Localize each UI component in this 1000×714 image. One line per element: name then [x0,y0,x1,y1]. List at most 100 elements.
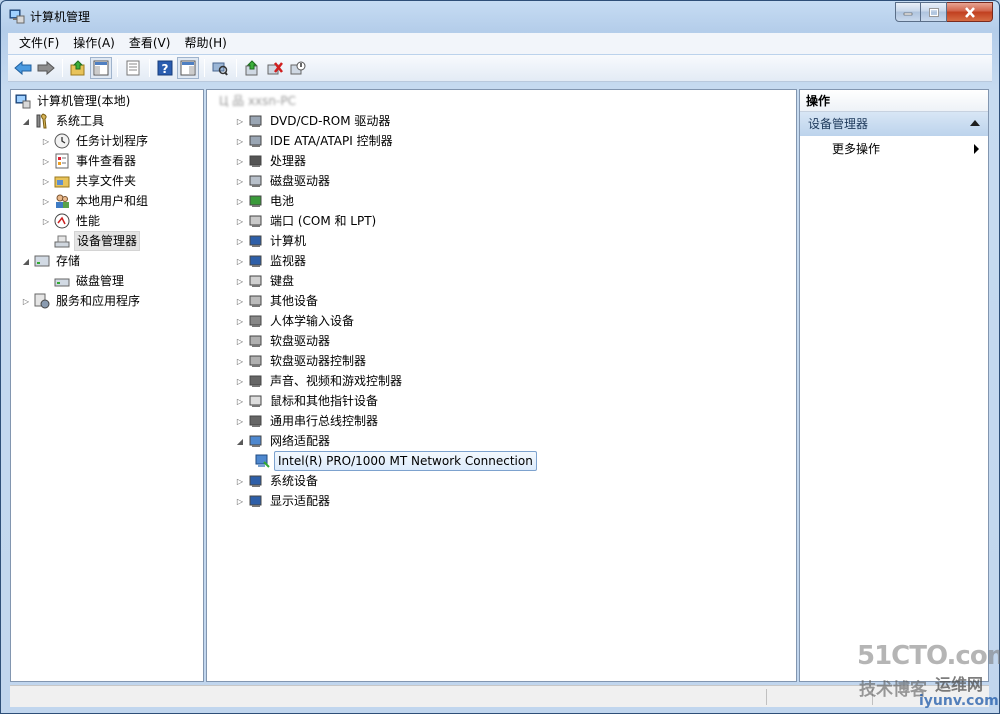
forward-button[interactable] [35,57,57,79]
network-adapter-icon [255,454,270,468]
actions-group-device-manager[interactable]: 设备管理器 [800,112,988,136]
collapsed-arrow-icon[interactable]: ▷ [41,196,51,206]
device-category-row[interactable]: ▷ 软盘驱动器 [235,331,332,351]
device-item-network-adapter[interactable]: Intel(R) PRO/1000 MT Network Connection [254,451,537,471]
tree-item-performance[interactable]: ▷ 性能 [41,211,102,231]
minimize-button[interactable] [895,2,921,22]
shared-folder-icon [54,176,70,188]
help-button[interactable]: ? [154,57,176,79]
tree-item-task-scheduler[interactable]: ▷ 任务计划程序 [41,131,150,151]
maximize-icon [928,7,939,17]
up-button[interactable] [67,57,89,79]
show-hide-tree-icon [93,60,109,76]
collapsed-arrow-icon[interactable]: ▷ [21,296,31,306]
device-category-row[interactable]: ▷ 监视器 [235,251,308,271]
device-category-row[interactable]: ▷ 端口 (COM 和 LPT) [235,211,378,231]
title-bar[interactable]: 计算机管理 [1,1,999,31]
properties-button[interactable] [122,57,144,79]
uninstall-button[interactable] [264,57,286,79]
collapsed-arrow-icon[interactable]: ▷ [235,496,245,506]
collapsed-arrow-icon[interactable]: ▷ [235,136,245,146]
update-driver-button[interactable] [241,57,263,79]
show-hide-action-button[interactable] [177,57,199,79]
device-category-row[interactable]: ▷ 通用串行总线控制器 [235,411,380,431]
dvd-drive-icon [249,115,262,127]
device-category-row[interactable]: ▷ 电池 [235,191,296,211]
show-hide-tree-button[interactable] [90,57,112,79]
device-category-row[interactable]: ▷ 声音、视频和游戏控制器 [235,371,404,391]
collapsed-arrow-icon[interactable]: ▷ [235,216,245,226]
collapse-triangle-icon[interactable] [970,120,980,126]
up-icon [70,60,85,76]
collapsed-arrow-icon[interactable]: ▷ [235,396,245,406]
battery-icon [249,195,262,207]
device-category-label: 监视器 [270,254,307,268]
menu-view[interactable]: 查看(V) [122,34,178,53]
collapsed-arrow-icon[interactable]: ▷ [41,156,51,166]
scan-hardware-button[interactable] [209,57,231,79]
clock-icon [54,133,70,149]
device-category-row[interactable]: ▷ DVD/CD-ROM 驱动器 [235,111,392,131]
menu-file[interactable]: 文件(F) [12,34,66,53]
device-category-label: 处理器 [270,154,307,168]
collapsed-arrow-icon[interactable]: ▷ [235,336,245,346]
expanded-arrow-icon[interactable]: ◢ [21,256,31,266]
close-button[interactable] [947,2,993,22]
collapsed-arrow-icon[interactable]: ▷ [235,416,245,426]
collapsed-arrow-icon[interactable]: ▷ [41,136,51,146]
floppy-drive-icon [249,335,262,347]
device-category-label: 软盘驱动器 [270,334,331,348]
device-category-row[interactable]: ▷ 处理器 [235,151,308,171]
tree-item-storage[interactable]: ◢ 存储 [21,251,82,271]
collapsed-arrow-icon[interactable]: ▷ [235,276,245,286]
tree-item-label: 计算机管理(本地) [37,94,131,108]
collapsed-arrow-icon[interactable]: ▷ [235,296,245,306]
maximize-button[interactable] [921,2,947,22]
device-category-label: 人体学输入设备 [270,314,355,328]
device-category-row[interactable]: ▷ 磁盘驱动器 [235,171,332,191]
collapsed-arrow-icon[interactable]: ▷ [235,176,245,186]
device-category-row[interactable]: ▷ 键盘 [235,271,296,291]
collapsed-arrow-icon[interactable]: ▷ [235,476,245,486]
tree-item-services-apps[interactable]: ▷ 服务和应用程序 [21,291,142,311]
collapsed-arrow-icon[interactable]: ▷ [41,176,51,186]
device-category-row[interactable]: ▷ 计算机 [235,231,308,251]
display-adapter-icon [249,495,262,507]
tree-item-shared-folders[interactable]: ▷ 共享文件夹 [41,171,138,191]
menu-action[interactable]: 操作(A) [66,34,122,53]
toolbar-separator [117,59,118,77]
more-actions-item[interactable]: 更多操作 [800,139,988,159]
device-category-row[interactable]: ▷ IDE ATA/ATAPI 控制器 [235,131,395,151]
collapsed-arrow-icon[interactable]: ▷ [235,196,245,206]
back-button[interactable] [12,57,34,79]
device-category-row[interactable]: ▷ 系统设备 [235,471,320,491]
update-driver-icon [245,60,258,76]
disable-button[interactable] [287,57,309,79]
device-category-row[interactable]: ▷ 人体学输入设备 [235,311,356,331]
device-category-row[interactable]: ▷ 鼠标和其他指针设备 [235,391,380,411]
collapsed-arrow-icon[interactable]: ▷ [235,236,245,246]
collapsed-arrow-icon[interactable]: ▷ [41,216,51,226]
device-category-row[interactable]: ◢ 网络适配器 [235,431,332,451]
device-category-row[interactable]: ▷ 其他设备 [235,291,320,311]
collapsed-arrow-icon[interactable]: ▷ [235,256,245,266]
expanded-arrow-icon[interactable]: ◢ [235,436,245,446]
collapsed-arrow-icon[interactable]: ▷ [235,356,245,366]
tree-item-root[interactable]: 计算机管理(本地) [15,91,132,111]
tree-item-local-users[interactable]: ▷ 本地用户和组 [41,191,150,211]
close-icon [964,6,975,18]
tree-item-disk-management[interactable]: 磁盘管理 [54,271,126,291]
device-category-row[interactable]: ▷ 软盘驱动器控制器 [235,351,368,371]
collapsed-arrow-icon[interactable]: ▷ [235,376,245,386]
collapsed-arrow-icon[interactable]: ▷ [235,116,245,126]
tree-item-system-tools[interactable]: ◢ 系统工具 [21,111,106,131]
device-category-row[interactable]: ▷ 显示适配器 [235,491,332,511]
device-tree-root[interactable]: Ц 品 xxsn-PC [217,91,298,111]
expanded-arrow-icon[interactable]: ◢ [21,116,31,126]
keyboard-icon [249,275,262,287]
tree-item-event-viewer[interactable]: ▷ 事件查看器 [41,151,138,171]
menu-help[interactable]: 帮助(H) [177,34,233,53]
collapsed-arrow-icon[interactable]: ▷ [235,316,245,326]
tree-item-device-manager[interactable]: 设备管理器 [54,231,141,251]
collapsed-arrow-icon[interactable]: ▷ [235,156,245,166]
